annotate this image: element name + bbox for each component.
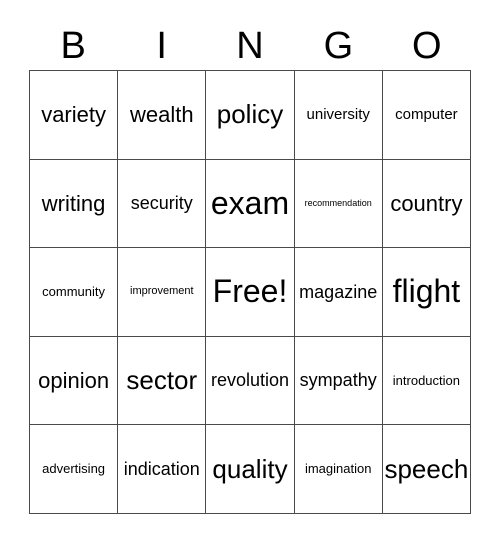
bingo-cell[interactable]: revolution [206, 336, 295, 426]
bingo-cell-label: computer [395, 105, 458, 123]
bingo-cell[interactable]: introduction [382, 336, 471, 426]
bingo-cell-label: security [130, 192, 193, 213]
bingo-cell-label: quality [212, 453, 288, 484]
bingo-cell-label: variety [41, 102, 106, 128]
bingo-cell[interactable]: security [118, 159, 207, 249]
bingo-cell[interactable]: policy [206, 71, 295, 160]
bingo-cell[interactable]: university [294, 71, 383, 160]
bingo-cell[interactable]: flight [382, 248, 471, 337]
bingo-cell-label: advertising [42, 461, 106, 477]
bingo-cell[interactable]: variety [30, 71, 119, 160]
bingo-cell[interactable]: improvement [118, 248, 207, 337]
bingo-cell-label: wealth [129, 102, 194, 128]
bingo-cell-label: country [390, 190, 463, 216]
bingo-cell[interactable]: imagination [294, 425, 383, 514]
bingo-cell[interactable]: country [382, 159, 471, 249]
header-letter-i: I [156, 25, 167, 67]
bingo-cell-label: magazine [299, 281, 378, 302]
bingo-card: B I N G O variety wealth policy university c… [0, 0, 500, 544]
bingo-cell[interactable]: sympathy [294, 336, 383, 426]
bingo-cell-label: writing [41, 190, 106, 216]
bingo-cell[interactable]: computer [382, 71, 471, 160]
header-letter-b: B [60, 25, 86, 67]
bingo-cell-label: university [306, 105, 370, 123]
header-letter-n: N [236, 25, 264, 67]
bingo-cell-label: imagination [304, 461, 372, 477]
bingo-cell[interactable]: sector [118, 336, 207, 426]
bingo-cell-label: introduction [392, 372, 460, 388]
bingo-cell-label: policy [216, 99, 284, 130]
bingo-header: B I N G O [29, 22, 471, 70]
bingo-cell-label: sympathy [299, 370, 377, 391]
bingo-cell[interactable]: quality [206, 425, 295, 514]
bingo-cell-label: community [42, 284, 106, 300]
bingo-cell[interactable]: indication [118, 425, 207, 514]
bingo-cell-label: speech [384, 453, 469, 484]
bingo-cell[interactable]: Free! [206, 248, 295, 337]
bingo-cell-label: recommendation [304, 197, 372, 208]
bingo-cell[interactable]: recommendation [294, 159, 383, 249]
header-letter-o: O [412, 25, 442, 67]
bingo-cell[interactable]: exam [206, 159, 295, 249]
bingo-cell[interactable]: writing [30, 159, 119, 249]
bingo-cell[interactable]: community [30, 248, 119, 337]
bingo-cell-label: revolution [210, 370, 290, 391]
bingo-cell-label: Free! [212, 273, 288, 310]
bingo-cell-label: sector [126, 364, 198, 395]
bingo-cell-label: opinion [38, 368, 110, 394]
header-letter-g: G [323, 25, 354, 67]
bingo-cell[interactable]: magazine [294, 248, 383, 337]
bingo-cell-label: exam [210, 184, 290, 221]
bingo-cell[interactable]: wealth [118, 71, 207, 160]
bingo-cell-label: improvement [130, 285, 194, 298]
bingo-cell[interactable]: advertising [30, 425, 119, 514]
bingo-cell[interactable]: opinion [30, 336, 119, 426]
bingo-cell-label: indication [123, 458, 200, 479]
bingo-cell[interactable]: speech [382, 425, 471, 514]
bingo-cell-label: flight [392, 273, 461, 310]
bingo-grid: variety wealth policy university computer wri… [29, 70, 471, 514]
